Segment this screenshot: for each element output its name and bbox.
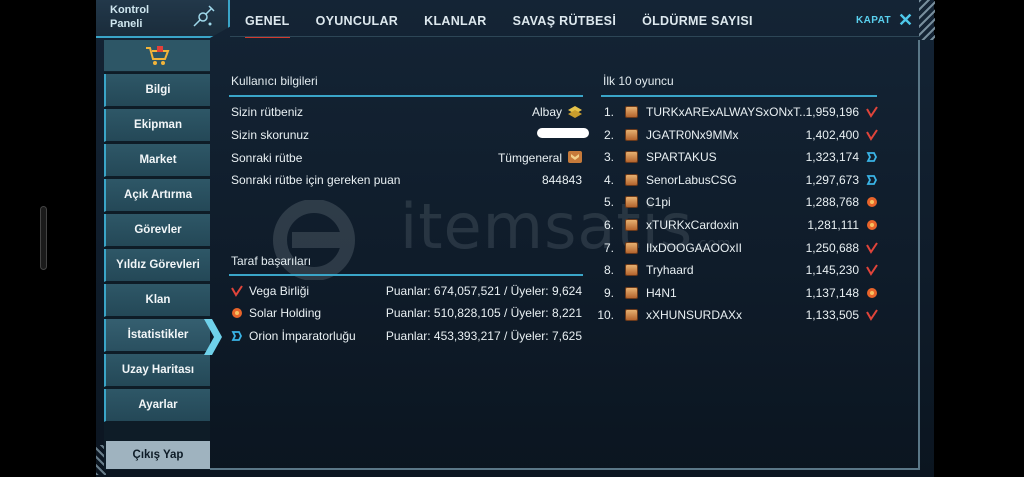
solar-faction-icon bbox=[867, 220, 877, 230]
player-rank-badge-icon bbox=[625, 128, 638, 141]
tab-oldurme-sayisi[interactable]: ÖLDÜRME SAYISI bbox=[629, 8, 766, 36]
faction-name-orion: Orion İmparatorluğu bbox=[249, 329, 356, 343]
player-score: 1,288,768 bbox=[805, 195, 859, 210]
player-rank: 1. bbox=[603, 105, 614, 119]
frame-border-right bbox=[918, 40, 920, 470]
shopping-cart-icon bbox=[146, 45, 170, 65]
sidebar-item-market[interactable]: Market bbox=[104, 144, 210, 177]
vega-faction-icon bbox=[866, 129, 878, 141]
faction-stats-orion: Puanlar: 453,393,217 / Üyeler: 7,625 bbox=[385, 329, 582, 343]
current-rank-value: Albay bbox=[531, 105, 562, 119]
player-rank-badge-icon bbox=[625, 264, 638, 277]
sidebar-item-istatistikler[interactable]: İstatistikler bbox=[104, 319, 210, 352]
player-rank: 4. bbox=[603, 172, 614, 187]
user-info-divider bbox=[229, 95, 583, 97]
vega-faction-icon bbox=[866, 309, 878, 322]
player-rank: 8. bbox=[603, 263, 614, 278]
solar-icon bbox=[232, 308, 242, 318]
orion-faction-icon bbox=[866, 152, 878, 163]
tab-savas-rutbesi[interactable]: SAVAŞ RÜTBESİ bbox=[500, 8, 629, 36]
orion-icon bbox=[231, 331, 243, 341]
tab-divider bbox=[230, 36, 920, 37]
close-icon: ✕ bbox=[897, 10, 914, 30]
player-score: 1,323,174 bbox=[805, 150, 859, 165]
player-score: 1,133,505 bbox=[805, 308, 859, 323]
factions-divider bbox=[229, 274, 583, 276]
player-rank-badge-icon bbox=[625, 173, 638, 186]
vega-icon bbox=[231, 285, 243, 297]
player-rank-badge-icon bbox=[625, 106, 638, 118]
sidebar-item-ekipman[interactable]: Ekipman bbox=[104, 109, 210, 142]
active-indicator-arrow bbox=[204, 319, 222, 355]
rank-badge-icon bbox=[568, 151, 582, 163]
sidebar-item-acik-artirma[interactable]: Açık Artırma bbox=[104, 179, 210, 212]
tab-genel[interactable]: GENEL bbox=[232, 8, 303, 38]
player-rank-badge-icon bbox=[625, 196, 638, 209]
factions-title: Taraf başarıları bbox=[231, 254, 312, 268]
logout-button[interactable]: Çıkış Yap bbox=[106, 441, 210, 469]
next-rank-value: Tümgeneral bbox=[497, 151, 562, 165]
player-rank: 5. bbox=[603, 195, 614, 210]
faction-name-solar: Solar Holding bbox=[249, 306, 322, 320]
solar-faction-icon bbox=[867, 197, 877, 208]
player-rank: 6. bbox=[603, 218, 614, 232]
solar-faction-icon bbox=[867, 287, 877, 298]
player-score: 1,145,230 bbox=[805, 263, 859, 278]
faction-name-vega: Vega Birliği bbox=[249, 284, 310, 298]
sidebar-item-gorevler[interactable]: Görevler bbox=[104, 214, 210, 247]
player-score: 1,297,673 bbox=[805, 172, 859, 187]
player-rank: 2. bbox=[603, 127, 614, 142]
player-rank: 9. bbox=[603, 285, 614, 300]
player-rank-badge-icon bbox=[625, 241, 638, 254]
shop-button[interactable] bbox=[104, 40, 210, 72]
close-button[interactable]: KAPAT ✕ bbox=[856, 10, 914, 30]
score-redacted bbox=[537, 128, 589, 138]
faction-stats-vega: Puanlar: 674,057,521 / Üyeler: 9,624 bbox=[385, 284, 582, 298]
control-panel-window bbox=[96, 0, 934, 477]
tab-klanlar[interactable]: KLANLAR bbox=[411, 8, 500, 36]
player-score: 1,959,196 bbox=[805, 105, 859, 119]
sidebar-item-klan[interactable]: Klan bbox=[104, 284, 210, 317]
device-edge bbox=[40, 206, 47, 270]
next-rank-label: Sonraki rütbe bbox=[231, 151, 303, 165]
player-rank-badge-icon bbox=[625, 286, 638, 299]
player-score: 1,281,111 bbox=[807, 218, 859, 232]
orion-faction-icon bbox=[866, 174, 878, 185]
score-label: Sizin skorunuz bbox=[231, 128, 310, 142]
player-rank-badge-icon bbox=[625, 219, 638, 231]
panel-title: Kontrol Paneli bbox=[110, 3, 190, 31]
user-info-title: Kullanıcı bilgileri bbox=[231, 74, 318, 88]
sidebar-item-uzay-haritasi[interactable]: Uzay Haritası bbox=[104, 354, 210, 387]
sidebar-item-bilgi[interactable]: Bilgi bbox=[104, 74, 210, 107]
player-score: 1,250,688 bbox=[805, 240, 859, 255]
vega-faction-icon bbox=[866, 264, 878, 277]
vega-faction-icon bbox=[866, 242, 878, 254]
player-rank-badge-icon bbox=[625, 309, 638, 322]
top-players-divider bbox=[601, 95, 877, 97]
panel-title-line2: Paneli bbox=[110, 18, 143, 30]
current-rank-label: Sizin rütbeniz bbox=[231, 105, 304, 119]
player-rank-badge-icon bbox=[625, 151, 638, 164]
sidebar-item-yildiz-gorevleri[interactable]: Yıldız Görevleri bbox=[104, 249, 210, 282]
sidebar-item-ayarlar[interactable]: Ayarlar bbox=[104, 389, 210, 422]
vega-faction-icon bbox=[866, 106, 878, 118]
panel-title-line1: Kontrol bbox=[110, 4, 150, 16]
close-label: KAPAT bbox=[856, 14, 891, 26]
points-needed-value: 844843 bbox=[541, 173, 582, 187]
frame-decoration bbox=[919, 0, 935, 40]
faction-stats-solar: Puanlar: 510,828,105 / Üyeler: 8,221 bbox=[385, 306, 582, 320]
tab-oyuncular[interactable]: OYUNCULAR bbox=[303, 8, 412, 36]
player-rank: 10. bbox=[597, 308, 614, 323]
points-needed-label: Sonraki rütbe için gereken puan bbox=[231, 173, 401, 187]
satellite-icon bbox=[193, 5, 215, 27]
top-players-title: İlk 10 oyuncu bbox=[603, 74, 674, 88]
player-score: 1,137,148 bbox=[805, 285, 859, 300]
player-score: 1,402,400 bbox=[805, 127, 859, 142]
player-rank: 7. bbox=[603, 240, 614, 255]
tab-bar: GENEL OYUNCULAR KLANLAR SAVAŞ RÜTBESİ ÖL… bbox=[232, 8, 766, 38]
frame-border-bottom bbox=[210, 468, 920, 470]
player-rank: 3. bbox=[603, 150, 614, 165]
rank-chevron-icon bbox=[568, 106, 582, 118]
